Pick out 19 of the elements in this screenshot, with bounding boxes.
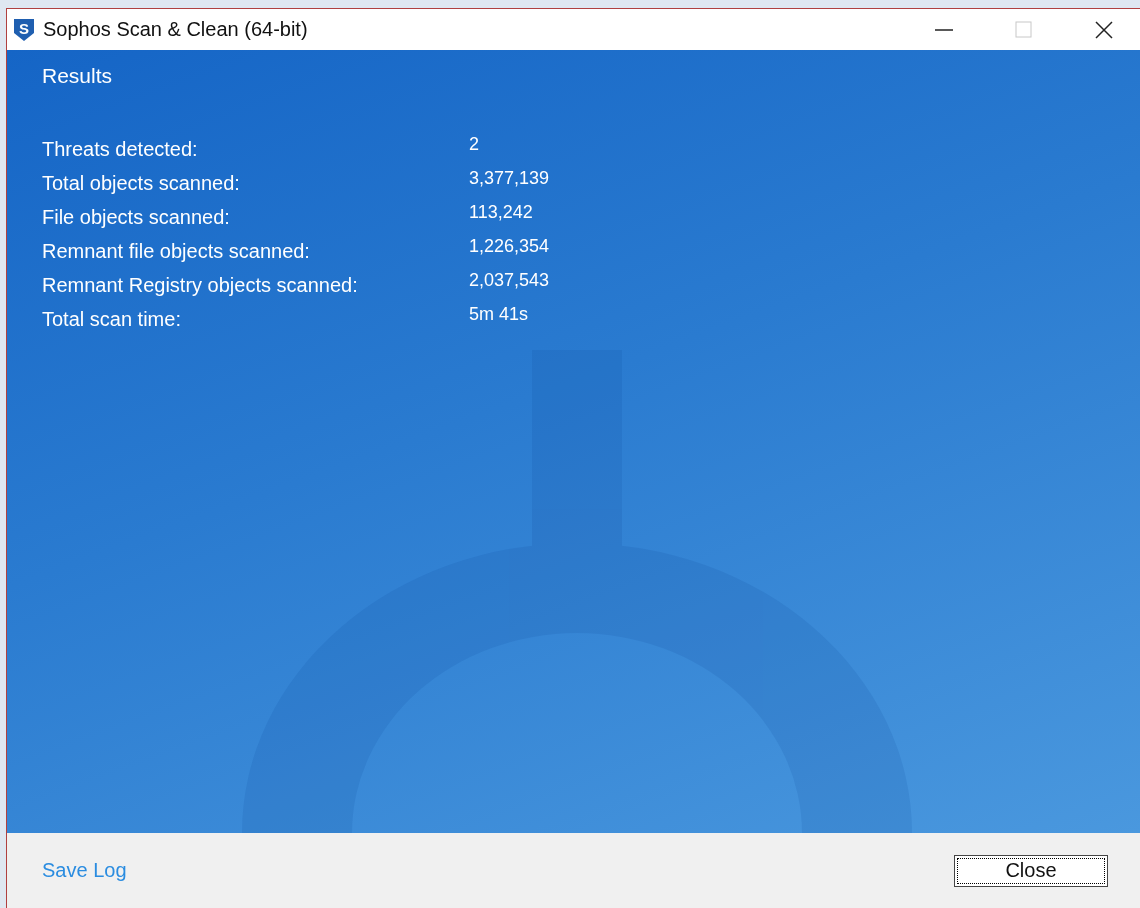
- results-heading: Results: [42, 64, 114, 88]
- stat-value: 1,226,354: [469, 235, 551, 258]
- maximize-icon: [1015, 20, 1033, 39]
- shield-logo: S: [13, 17, 35, 42]
- minimize-icon: [935, 28, 953, 31]
- close-icon: [1094, 19, 1114, 40]
- stat-value: 2,037,543: [469, 269, 551, 292]
- stat-value: 2: [469, 133, 480, 156]
- stat-label: File objects scanned:: [42, 205, 231, 230]
- stat-value: 113,242: [469, 201, 534, 224]
- stat-label: Total objects scanned:: [42, 171, 241, 196]
- stat-label: Remnant Registry objects scanned:: [42, 273, 359, 298]
- stat-label: Total scan time:: [42, 307, 182, 332]
- stat-value: 3,377,139: [469, 167, 551, 190]
- stat-value: 5m 41s: [469, 303, 530, 326]
- stat-label: Remnant file objects scanned:: [42, 239, 311, 264]
- close-button[interactable]: Close: [954, 854, 1108, 887]
- window-title: Sophos Scan & Clean (64-bit): [43, 18, 309, 41]
- stat-label: Threats detected:: [42, 137, 199, 162]
